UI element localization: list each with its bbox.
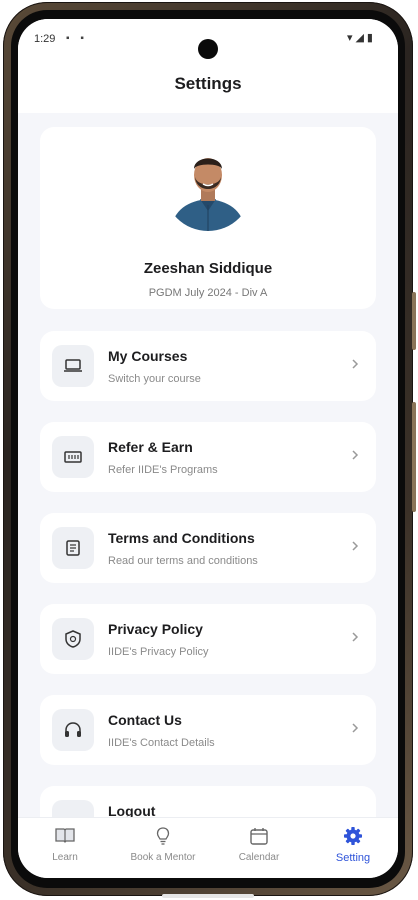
profile-name: Zeeshan Siddique xyxy=(143,260,273,277)
power-button xyxy=(412,402,416,512)
settings-content: Zeeshan Siddique PGDM July 2024 - Div A … xyxy=(18,113,398,818)
chevron-right-icon xyxy=(352,359,359,369)
app-bar: Settings xyxy=(18,59,398,113)
home-indicator[interactable] xyxy=(162,894,254,898)
chevron-right-icon xyxy=(352,450,359,460)
laptop-icon xyxy=(52,345,94,387)
ticket-icon xyxy=(52,436,94,478)
menu-subtitle: Switch your course xyxy=(108,373,201,385)
menu-item-logout[interactable]: Logout xyxy=(40,786,376,818)
profile-program: PGDM July 2024 - Div A xyxy=(148,287,268,299)
nav-book-a-mentor[interactable]: Book a Mentor xyxy=(118,826,208,863)
logout-icon xyxy=(52,800,94,818)
book-icon xyxy=(20,826,110,848)
avatar[interactable] xyxy=(164,143,252,231)
menu-item-my-courses[interactable]: My Courses Switch your course xyxy=(40,331,376,401)
phone-bezel: 1:29 ▪ ▪ ▾◢▮ Settings Zeeshan Siddique P… xyxy=(11,10,405,898)
menu-item-privacy[interactable]: Privacy Policy IIDE's Privacy Policy xyxy=(40,604,376,674)
volume-button xyxy=(412,292,416,350)
gear-icon xyxy=(308,826,398,848)
bottom-navigation: Learn Book a Mentor Calendar Setting xyxy=(18,817,398,878)
menu-subtitle: Refer IIDE's Programs xyxy=(108,464,218,476)
chevron-right-icon xyxy=(352,541,359,551)
screen: 1:29 ▪ ▪ ▾◢▮ Settings Zeeshan Siddique P… xyxy=(18,19,398,878)
menu-item-contact[interactable]: Contact Us IIDE's Contact Details xyxy=(40,695,376,765)
chevron-right-icon xyxy=(352,723,359,733)
headset-icon xyxy=(52,709,94,751)
nav-learn[interactable]: Learn xyxy=(20,826,110,863)
document-icon xyxy=(52,527,94,569)
menu-title: Privacy Policy xyxy=(108,621,203,637)
calendar-icon xyxy=(214,826,304,848)
menu-subtitle: Read our terms and conditions xyxy=(108,555,258,567)
notification-icons: ▪ ▪ xyxy=(66,33,88,44)
nav-label: Calendar xyxy=(238,852,280,863)
nav-label: Setting xyxy=(335,852,371,864)
menu-item-terms[interactable]: Terms and Conditions Read our terms and … xyxy=(40,513,376,583)
shield-icon xyxy=(52,618,94,660)
nav-setting[interactable]: Setting xyxy=(308,826,398,864)
menu-title: Logout xyxy=(108,803,156,818)
signal-wifi-battery-icons: ▾◢▮ xyxy=(346,32,376,44)
status-time: 1:29 xyxy=(34,33,56,45)
profile-card: Zeeshan Siddique PGDM July 2024 - Div A xyxy=(40,127,376,309)
phone-frame: 1:29 ▪ ▪ ▾◢▮ Settings Zeeshan Siddique P… xyxy=(3,2,416,898)
menu-title: My Courses xyxy=(108,348,188,364)
front-camera xyxy=(198,39,218,59)
nav-calendar[interactable]: Calendar xyxy=(214,826,304,863)
menu-title: Terms and Conditions xyxy=(108,530,255,546)
menu-item-refer-earn[interactable]: Refer & Earn Refer IIDE's Programs xyxy=(40,422,376,492)
chevron-right-icon xyxy=(352,632,359,642)
menu-subtitle: IIDE's Privacy Policy xyxy=(108,646,209,658)
menu-subtitle: IIDE's Contact Details xyxy=(108,737,215,749)
page-title: Settings xyxy=(174,74,242,93)
nav-label: Book a Mentor xyxy=(130,852,196,863)
menu-title: Refer & Earn xyxy=(108,439,193,455)
lightbulb-icon xyxy=(118,826,208,848)
nav-label: Learn xyxy=(52,852,78,863)
menu-title: Contact Us xyxy=(108,712,182,728)
